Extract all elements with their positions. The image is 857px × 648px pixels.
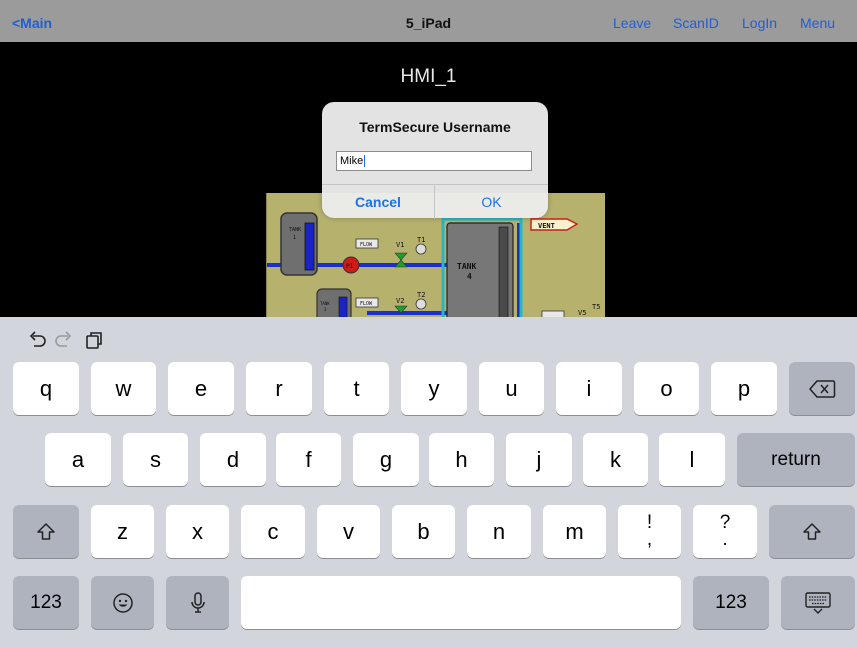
onscreen-keyboard: q w e r t y u i o p a s d f g h j k l re…: [0, 317, 857, 648]
key-v[interactable]: v: [317, 505, 380, 558]
backspace-key[interactable]: [789, 362, 855, 415]
tank-1[interactable]: TANK 1: [280, 212, 318, 276]
key-o[interactable]: o: [634, 362, 699, 415]
return-key[interactable]: return: [737, 433, 855, 486]
tank-1-number: 1: [293, 235, 296, 241]
undo-icon[interactable]: [26, 329, 48, 351]
key-p[interactable]: p: [711, 362, 777, 415]
temp-gauge-t2: [415, 298, 427, 310]
tank-4-number: 4: [467, 272, 472, 281]
dialog-button-row: Cancel OK: [322, 184, 548, 219]
shift-left-key[interactable]: [13, 505, 79, 558]
key-k[interactable]: k: [583, 433, 648, 486]
vent-indicator: VENT: [530, 218, 579, 231]
key-i[interactable]: i: [556, 362, 622, 415]
vent-label: VENT: [538, 222, 555, 230]
tank-3-label: TANK: [320, 301, 330, 306]
valve-v2-label: V2: [396, 297, 404, 305]
key-q[interactable]: q: [13, 362, 79, 415]
delete-icon: [809, 380, 836, 398]
key-s[interactable]: s: [123, 433, 188, 486]
key-h[interactable]: h: [429, 433, 494, 486]
cancel-button[interactable]: Cancel: [322, 185, 435, 219]
temp-t1-label: T1: [417, 236, 425, 244]
key-exclaim-comma[interactable]: ! ,: [618, 505, 681, 558]
valve-v5-label: V5: [578, 309, 586, 317]
menu-link[interactable]: Menu: [800, 0, 835, 42]
key-f[interactable]: f: [276, 433, 341, 486]
tank-4-label: TANK: [457, 262, 476, 271]
main-back-link[interactable]: <Main: [12, 0, 52, 42]
key-x[interactable]: x: [166, 505, 229, 558]
key-question-period[interactable]: ? .: [693, 505, 757, 558]
space-key[interactable]: [241, 576, 681, 629]
key-period-label: .: [722, 529, 728, 550]
emoji-icon: [112, 593, 133, 613]
text-cursor: [364, 155, 366, 168]
key-a[interactable]: a: [45, 433, 111, 486]
key-e[interactable]: e: [168, 362, 234, 415]
key-t[interactable]: t: [324, 362, 389, 415]
shift-icon: [37, 523, 55, 540]
username-value: Mike: [340, 155, 364, 167]
valve-v1[interactable]: [394, 252, 408, 268]
scanid-link[interactable]: ScanID: [673, 0, 719, 42]
key-m[interactable]: m: [543, 505, 606, 558]
key-z[interactable]: z: [91, 505, 154, 558]
key-u[interactable]: u: [479, 362, 544, 415]
device-title: 5_iPad: [405, 15, 452, 31]
pump-p1[interactable]: P1: [342, 256, 360, 274]
temp-t5-label: T5: [592, 303, 600, 311]
numbers-key-left[interactable]: 123: [13, 576, 79, 629]
valve-v1-label: V1: [396, 241, 404, 249]
username-input[interactable]: Mike: [336, 151, 532, 171]
redo-icon[interactable]: [53, 329, 75, 351]
temp-t2-label: T2: [417, 291, 425, 299]
pipe-line-2: [367, 311, 447, 315]
flow-label-2: FLOW: [360, 301, 373, 307]
key-n[interactable]: n: [467, 505, 531, 558]
key-g[interactable]: g: [353, 433, 419, 486]
key-w[interactable]: w: [91, 362, 156, 415]
hmi-title: HMI_1: [400, 66, 457, 87]
key-j[interactable]: j: [506, 433, 572, 486]
key-b[interactable]: b: [392, 505, 455, 558]
tank-1-label: TANK: [289, 227, 301, 233]
flow-label-1: FLOW: [360, 242, 373, 248]
pump-label: P1: [346, 263, 354, 270]
key-c[interactable]: c: [241, 505, 305, 558]
paste-icon[interactable]: [83, 329, 105, 351]
dismiss-keyboard-key[interactable]: [781, 576, 855, 629]
tank-4[interactable]: TANK 4: [441, 217, 523, 323]
login-link[interactable]: LogIn: [742, 0, 777, 42]
key-d[interactable]: d: [200, 433, 266, 486]
dialog-title: TermSecure Username: [359, 119, 511, 135]
dictation-key[interactable]: [166, 576, 229, 629]
temp-gauge-t1: [415, 243, 427, 255]
top-nav-bar: 5_iPad <Main Leave ScanID LogIn Menu: [0, 0, 857, 42]
key-r[interactable]: r: [246, 362, 312, 415]
keyboard-dismiss-icon: [805, 592, 831, 614]
key-y[interactable]: y: [401, 362, 467, 415]
ok-button[interactable]: OK: [435, 185, 548, 219]
shift-right-key[interactable]: [769, 505, 855, 558]
leave-link[interactable]: Leave: [613, 0, 651, 42]
shift-icon: [803, 523, 821, 540]
username-dialog: TermSecure Username Mike Cancel OK: [322, 102, 548, 219]
emoji-key[interactable]: [91, 576, 154, 629]
key-comma-label: ,: [646, 529, 653, 550]
numbers-key-right[interactable]: 123: [693, 576, 769, 629]
key-l[interactable]: l: [659, 433, 725, 486]
microphone-icon: [190, 592, 205, 613]
